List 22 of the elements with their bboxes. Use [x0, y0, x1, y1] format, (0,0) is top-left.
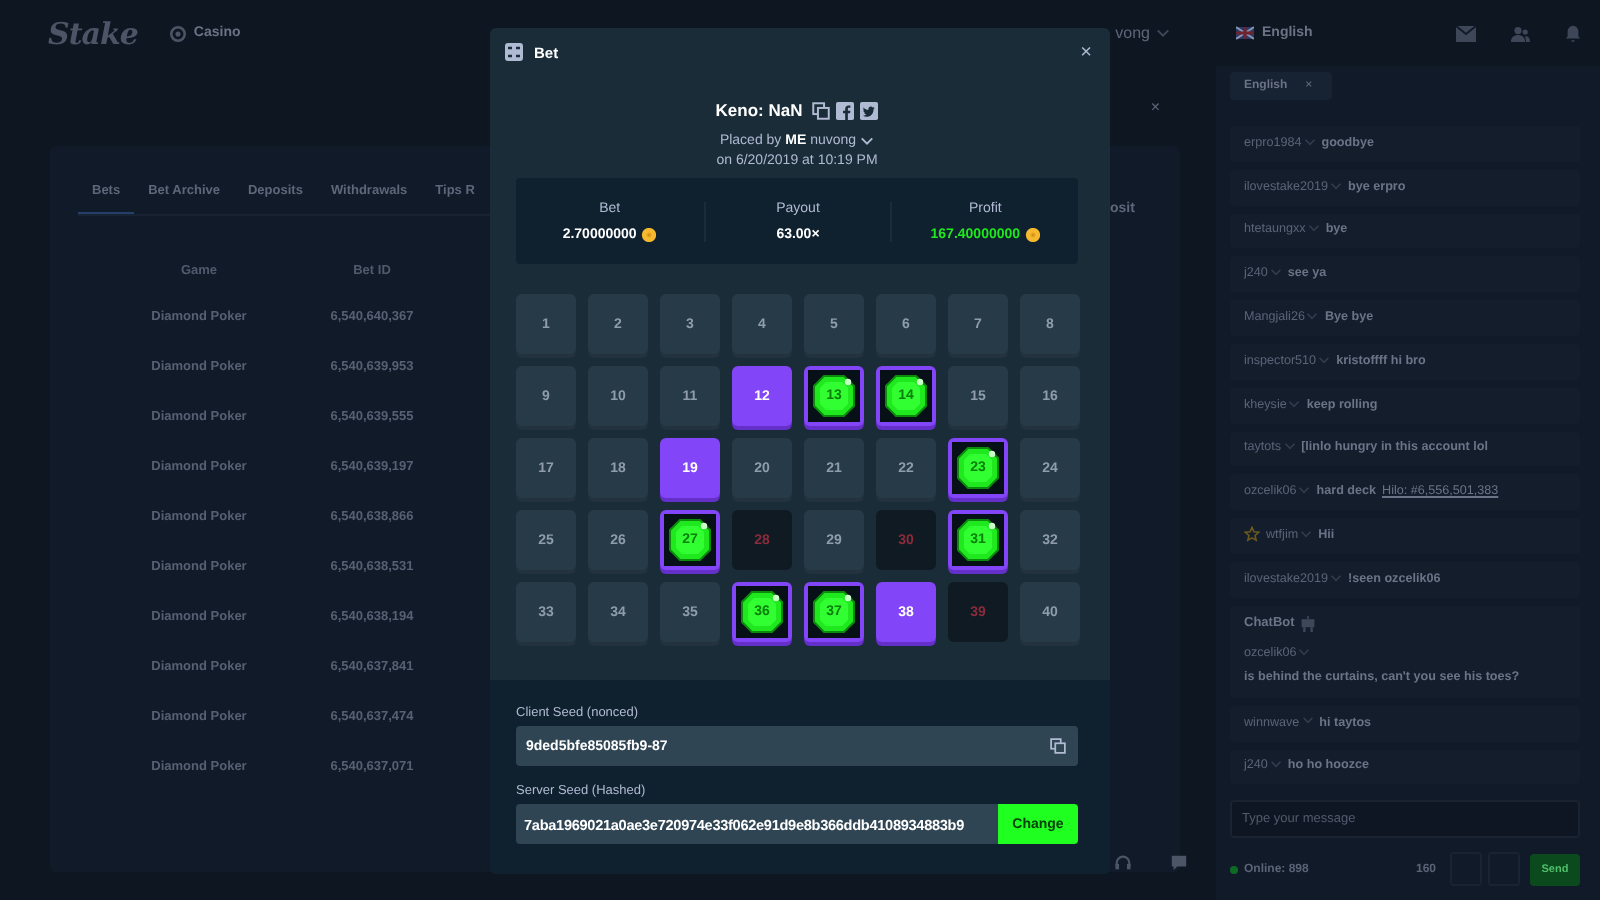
facebook-icon[interactable]	[836, 101, 855, 119]
logo[interactable]: Stake	[48, 15, 138, 51]
casino-icon	[169, 25, 186, 41]
twitter-icon[interactable]	[860, 101, 879, 119]
headset-icon[interactable]	[1114, 854, 1132, 872]
star-icon	[1244, 526, 1260, 543]
copy-icon[interactable]	[812, 101, 831, 119]
game-title: Keno: NaN	[715, 100, 803, 120]
bell-icon[interactable]	[1564, 24, 1582, 42]
list-icon	[504, 42, 524, 62]
close-button[interactable]: ×	[1150, 97, 1160, 115]
caret-icon[interactable]	[860, 136, 875, 146]
caret-icon	[1156, 28, 1170, 38]
copy-icon[interactable]	[1050, 738, 1066, 754]
online-dot-icon	[1230, 865, 1238, 873]
robot-icon	[1300, 615, 1317, 632]
mail-icon[interactable]	[1456, 25, 1476, 41]
people-icon[interactable]	[1510, 25, 1530, 41]
flag-icon	[1236, 26, 1254, 40]
close-button[interactable]: ×	[1080, 41, 1092, 63]
chat-icon[interactable]	[1170, 854, 1188, 872]
user-menu[interactable]: vong	[1115, 24, 1170, 42]
